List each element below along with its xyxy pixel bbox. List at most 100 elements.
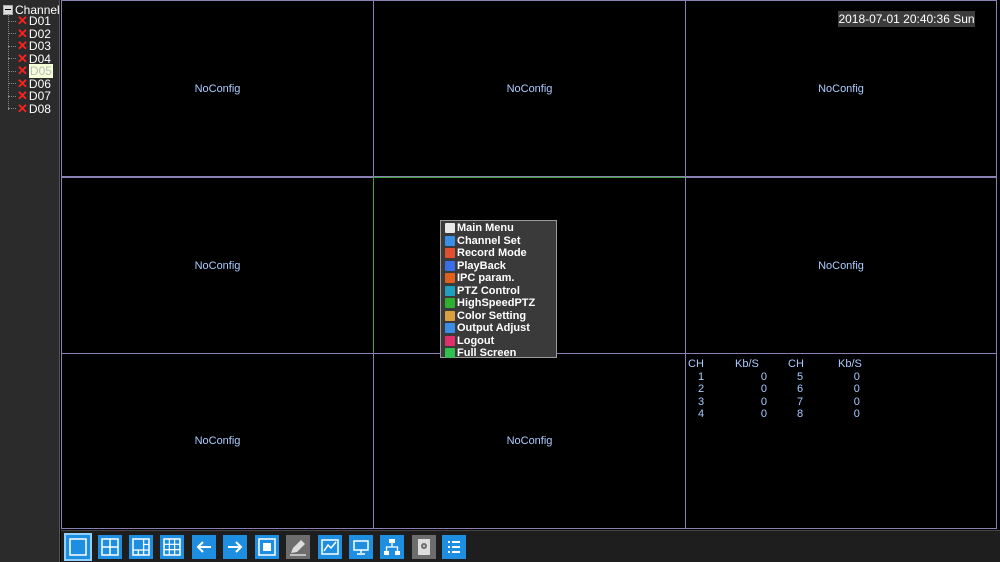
channel-item[interactable]: ✕ D06 bbox=[8, 77, 51, 91]
tree-branch-line bbox=[8, 83, 16, 84]
toolbar-button[interactable] bbox=[380, 535, 404, 559]
arrow-left-icon bbox=[196, 541, 211, 553]
datetime-overlay: 2018-07-01 20:40:36 Sun bbox=[838, 11, 975, 27]
stats-row: 2060 bbox=[688, 383, 862, 396]
video-cell[interactable]: NoConfig bbox=[61, 177, 374, 354]
menu-item[interactable]: IPC param. bbox=[441, 272, 556, 285]
ptz-icon bbox=[445, 285, 455, 296]
stats-cell: 0 bbox=[760, 395, 767, 408]
channel-sidebar: Channel ✕ D01 ✕ D02 ✕ D03 ✕ D04 ✕ D05 ✕ D06 ✕ D07 ✕ D08 bbox=[0, 0, 60, 562]
highspeed-ptz-icon bbox=[445, 298, 455, 309]
menu-item-label: Main Menu bbox=[457, 222, 514, 235]
channel-item[interactable]: ✕ D07 bbox=[8, 89, 51, 103]
menu-item[interactable]: Color Setting bbox=[441, 310, 556, 323]
stats-cell: 0 bbox=[853, 395, 860, 408]
menu-item-label: IPC param. bbox=[457, 272, 515, 285]
menu-item-label: Channel Set bbox=[457, 234, 521, 247]
channel-item[interactable]: ✕ D04 bbox=[8, 52, 51, 66]
ipc-icon bbox=[445, 273, 455, 284]
toolbar-button[interactable] bbox=[192, 535, 216, 559]
channel-label: D08 bbox=[28, 101, 51, 116]
no-config-label: NoConfig bbox=[818, 259, 864, 272]
menu-item[interactable]: Logout bbox=[441, 335, 556, 348]
stats-cell: 0 bbox=[760, 370, 767, 383]
menu-item[interactable]: Record Mode bbox=[441, 247, 556, 260]
video-cell[interactable]: NoConfig bbox=[61, 353, 374, 529]
toolbar-button[interactable] bbox=[255, 535, 279, 559]
stats-cell: 5 bbox=[797, 370, 804, 383]
layout-4-icon bbox=[101, 538, 119, 556]
monitor-icon bbox=[353, 540, 369, 555]
toolbar-button[interactable] bbox=[129, 535, 153, 559]
menu-item[interactable]: Channel Set bbox=[441, 235, 556, 248]
menu-item[interactable]: HighSpeedPTZ bbox=[441, 297, 556, 310]
channel-item[interactable]: ✕ D03 bbox=[8, 39, 51, 53]
stats-header: Kb/S bbox=[838, 358, 862, 370]
no-config-label: NoConfig bbox=[818, 82, 864, 95]
video-cell[interactable]: NoConfig bbox=[61, 0, 374, 177]
stats-cell: 6 bbox=[797, 383, 804, 395]
channel-item[interactable]: ✕ D08 bbox=[8, 100, 51, 116]
no-config-label: NoConfig bbox=[506, 82, 553, 95]
edit-icon bbox=[290, 540, 306, 556]
menu-item-label: PlayBack bbox=[457, 259, 506, 272]
bitrate-stats: CH Kb/S CH Kb/S 1050206030704080 bbox=[688, 358, 862, 421]
stats-cell: 4 bbox=[698, 408, 705, 420]
stats-cell: 0 bbox=[853, 408, 860, 420]
toolbar-button[interactable] bbox=[223, 535, 247, 559]
menu-item[interactable]: Output Adjust bbox=[441, 322, 556, 335]
toolbar-button[interactable] bbox=[160, 535, 184, 559]
menu-item[interactable]: PlayBack bbox=[441, 260, 556, 273]
context-menu: Main Menu Channel Set Record Mode PlayBack I… bbox=[440, 220, 557, 360]
toolbar-button[interactable] bbox=[286, 535, 310, 559]
toolbar-button[interactable] bbox=[64, 533, 92, 561]
toolbar-button[interactable] bbox=[98, 535, 122, 559]
layout-6-icon bbox=[132, 538, 150, 556]
disconnected-x-icon: ✕ bbox=[17, 100, 28, 116]
stats-cell: 0 bbox=[853, 370, 860, 383]
stats-row: 3 0 7 0 bbox=[688, 396, 862, 409]
menu-item-label: Full Screen bbox=[457, 347, 517, 360]
home-icon bbox=[445, 223, 455, 234]
menu-item[interactable]: Main Menu bbox=[441, 222, 556, 235]
menu-item-label: Output Adjust bbox=[457, 322, 530, 335]
arrow-right-icon bbox=[228, 541, 243, 553]
video-cell[interactable]: NoConfig bbox=[685, 177, 997, 354]
video-cell[interactable]: NoConfig bbox=[373, 353, 686, 529]
color-grid-icon bbox=[445, 310, 455, 321]
menu-item-label: HighSpeedPTZ bbox=[457, 297, 536, 310]
channel-item[interactable]: ✕ D05 bbox=[8, 64, 53, 78]
fullscreen-icon bbox=[258, 538, 276, 556]
network-icon bbox=[384, 539, 400, 555]
tree-branch-line bbox=[8, 58, 16, 59]
no-config-label: NoConfig bbox=[506, 435, 553, 447]
toolbar-button[interactable] bbox=[349, 535, 373, 559]
record-icon bbox=[445, 248, 455, 259]
bottom-toolbar bbox=[61, 530, 1000, 562]
toolbar-button[interactable] bbox=[318, 535, 342, 559]
stats-cell: 0 bbox=[760, 383, 767, 395]
hdd-icon bbox=[418, 539, 430, 555]
toolbar-button[interactable] bbox=[442, 535, 466, 559]
tree-branch-line bbox=[8, 108, 16, 109]
menu-item[interactable]: Full Screen bbox=[441, 347, 556, 360]
stats-header-row: CH Kb/S CH Kb/S bbox=[688, 358, 862, 371]
menu-item[interactable]: PTZ Control bbox=[441, 285, 556, 298]
menu-item-label: PTZ Control bbox=[457, 284, 520, 297]
stats-cell: 2 bbox=[698, 383, 705, 395]
menu-item-label: Logout bbox=[457, 334, 495, 347]
camera-icon bbox=[445, 235, 455, 246]
video-cell[interactable]: NoConfig bbox=[373, 0, 686, 177]
layout-1-icon bbox=[69, 538, 87, 556]
stats-row: 1050 bbox=[688, 371, 862, 384]
stats-cell: 0 bbox=[760, 408, 767, 420]
toolbar-button[interactable] bbox=[412, 535, 436, 559]
stats-header: Kb/S bbox=[735, 358, 759, 370]
menu-item-label: Color Setting bbox=[457, 309, 527, 322]
stats-cell: 0 bbox=[853, 383, 860, 395]
tree-branch-line bbox=[8, 33, 16, 34]
no-config-label: NoConfig bbox=[194, 82, 241, 95]
channel-item[interactable]: ✕ D01 bbox=[8, 14, 51, 28]
stats-cell: 8 bbox=[797, 408, 804, 420]
channel-item[interactable]: ✕ D02 bbox=[8, 27, 51, 41]
